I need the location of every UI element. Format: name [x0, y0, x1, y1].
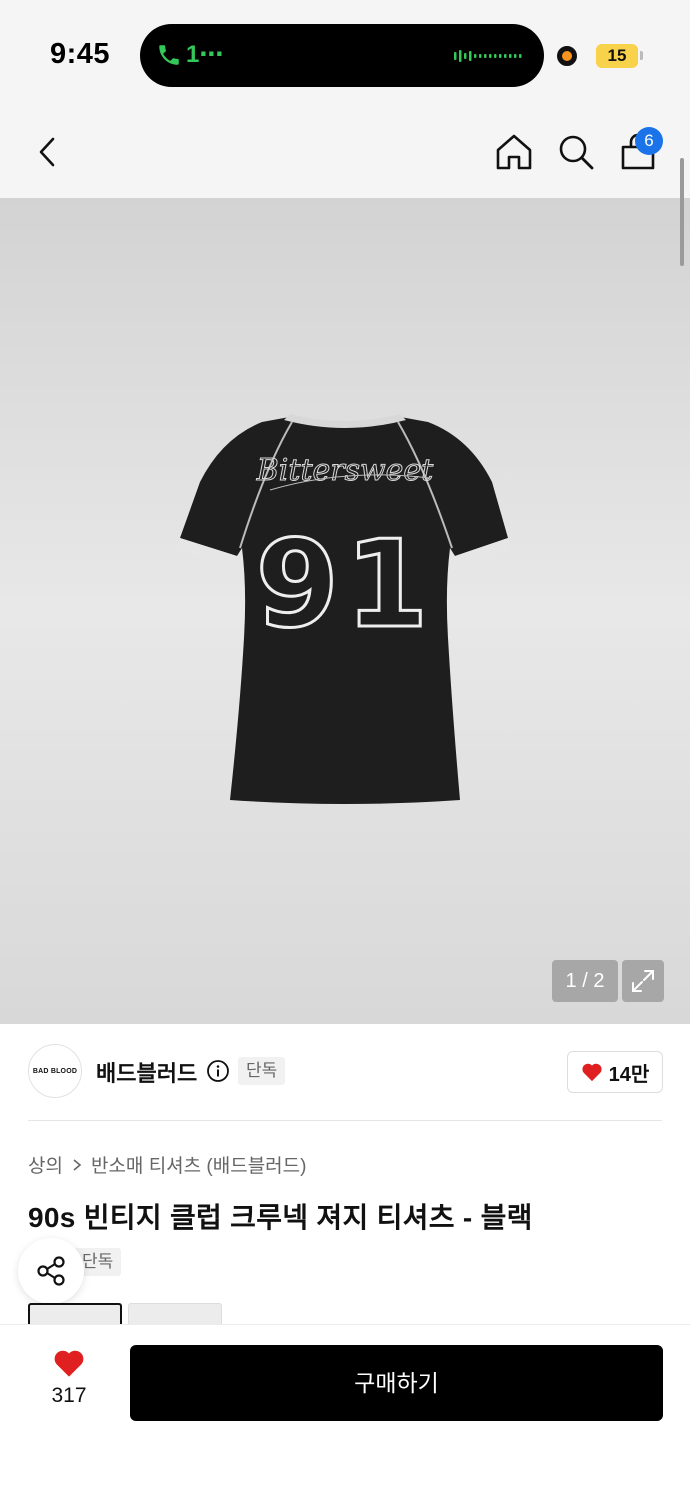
product-title: 90s 빈티지 클럽 크루넥 져지 티셔츠 - 블랙: [28, 1202, 533, 1233]
color-option-thumbnail[interactable]: [128, 1303, 222, 1325]
audio-waveform-icon: [454, 50, 522, 62]
share-icon: [37, 1256, 65, 1286]
brand-logo[interactable]: BAD BLOOD: [28, 1044, 82, 1098]
image-page-indicator: 1 / 2: [552, 960, 618, 1002]
info-icon[interactable]: [206, 1059, 230, 1083]
battery-nub: [640, 51, 643, 60]
battery-indicator: 15: [596, 44, 638, 68]
brand-exclusive-badge: 단독: [238, 1057, 286, 1085]
brand-name-link[interactable]: 배드블러드: [96, 1056, 197, 1088]
recording-dot-icon: [557, 46, 577, 66]
expand-icon: [632, 970, 654, 992]
heart-icon: [582, 1063, 602, 1082]
product-like-count: 317: [51, 1384, 87, 1407]
back-button[interactable]: [24, 128, 72, 176]
share-button[interactable]: [18, 1238, 84, 1304]
chevron-left-icon: [39, 137, 55, 167]
brand-like-button[interactable]: 14만: [567, 1051, 663, 1093]
page-scrollbar[interactable]: [680, 158, 684, 266]
home-icon: [496, 134, 532, 170]
chevron-right-icon: [73, 1158, 82, 1171]
breadcrumb-subcategory[interactable]: 반소매 티셔츠 (배드블러드): [91, 1151, 307, 1178]
home-button[interactable]: [490, 128, 538, 176]
call-indicator: 1⋯: [186, 41, 224, 68]
cart-count-badge: 6: [635, 127, 663, 155]
heart-icon: [54, 1350, 84, 1377]
product-image: Bittersweet 91: [176, 414, 512, 804]
status-bar: 9:45 1⋯ 15: [0, 0, 690, 106]
expand-image-button[interactable]: [622, 960, 664, 1002]
dynamic-island[interactable]: 1⋯: [140, 24, 544, 87]
phone-icon: [159, 45, 179, 65]
search-button[interactable]: [552, 128, 600, 176]
product-like-button[interactable]: 317: [40, 1348, 98, 1418]
breadcrumb-category[interactable]: 상의: [28, 1151, 63, 1178]
product-image-gallery[interactable]: Bittersweet 91 1 / 2: [0, 198, 690, 1024]
breadcrumb: 상의 반소매 티셔츠 (배드블러드): [28, 1151, 306, 1178]
divider: [28, 1120, 662, 1121]
top-nav-bar: [0, 106, 690, 198]
status-time: 9:45: [50, 38, 111, 70]
shirt-script-print: Bittersweet: [256, 453, 434, 488]
shirt-number-print: 91: [256, 516, 435, 655]
search-icon: [559, 135, 594, 170]
brand-like-count: 14만: [608, 1063, 650, 1086]
color-option-thumbnail[interactable]: [28, 1303, 122, 1325]
buy-button[interactable]: 구매하기: [130, 1345, 663, 1421]
